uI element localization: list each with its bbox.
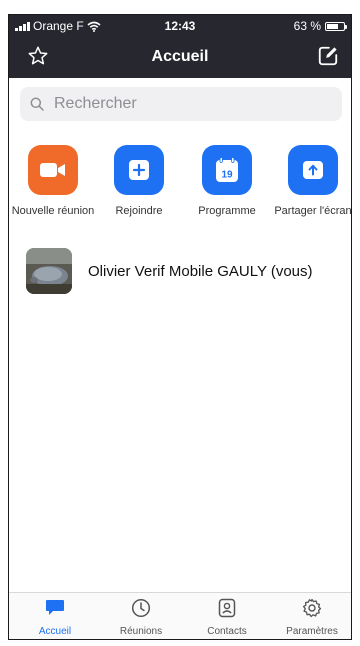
contact-row[interactable]: Olivier Verif Mobile GAULY (vous) (26, 247, 346, 295)
join-label: Rejoindre (115, 205, 163, 217)
tab-parametres[interactable]: Paramètres (272, 598, 351, 637)
status-right: 63 % (293, 19, 347, 33)
clock-icon (131, 598, 151, 618)
share-screen-label: Partager l'écran (274, 205, 352, 217)
page-title: Accueil (151, 48, 209, 65)
battery-icon (325, 21, 347, 31)
search-icon (30, 97, 44, 111)
share-screen-action[interactable]: Partager l'écran (270, 145, 352, 217)
tab-reunions[interactable]: Réunions (101, 598, 181, 637)
avatar (26, 248, 72, 294)
new-meeting-button[interactable] (28, 145, 78, 195)
header-bar: Orange F 12:43 63 % Accueil (9, 15, 351, 78)
share-screen-button[interactable] (288, 145, 338, 195)
join-button[interactable] (114, 145, 164, 195)
action-row: Nouvelle réunion Rejoindre 19 Programme … (9, 145, 351, 225)
phone-screen: Orange F 12:43 63 % Accueil Rechercher N… (8, 14, 352, 640)
new-meeting-label: Nouvelle réunion (11, 205, 95, 217)
status-bar: Orange F 12:43 63 % (9, 15, 351, 37)
schedule-action[interactable]: 19 Programme (184, 145, 270, 217)
search-input[interactable] (52, 94, 326, 114)
schedule-label: Programme (198, 205, 256, 217)
share-screen-icon (303, 161, 323, 179)
tab-contacts-label: Contacts (207, 626, 247, 637)
schedule-button[interactable]: 19 (202, 145, 252, 195)
chat-bubble-icon (46, 600, 64, 615)
join-action[interactable]: Rejoindre (96, 145, 182, 217)
calendar-day-text: 19 (221, 170, 233, 181)
tab-contacts[interactable]: Contacts (187, 598, 267, 637)
edit-icon[interactable] (317, 45, 339, 67)
contact-name: Olivier Verif Mobile GAULY (vous) (88, 262, 313, 280)
tab-accueil-label: Accueil (38, 626, 72, 637)
calendar-icon: 19 (216, 157, 238, 182)
video-camera-icon (40, 163, 65, 177)
new-meeting-action[interactable]: Nouvelle réunion (10, 145, 96, 217)
tab-accueil[interactable]: Accueil (15, 598, 95, 637)
gear-icon (302, 598, 322, 618)
tab-parametres-label: Paramètres (286, 626, 338, 637)
plus-icon (129, 160, 149, 180)
contact-card-icon (218, 598, 236, 618)
tab-bar: Accueil Réunions Contacts Paramètres (9, 592, 351, 639)
battery-percent: 63 % (293, 19, 321, 33)
tab-reunions-label: Réunions (119, 626, 163, 637)
search-bar[interactable] (20, 87, 342, 121)
